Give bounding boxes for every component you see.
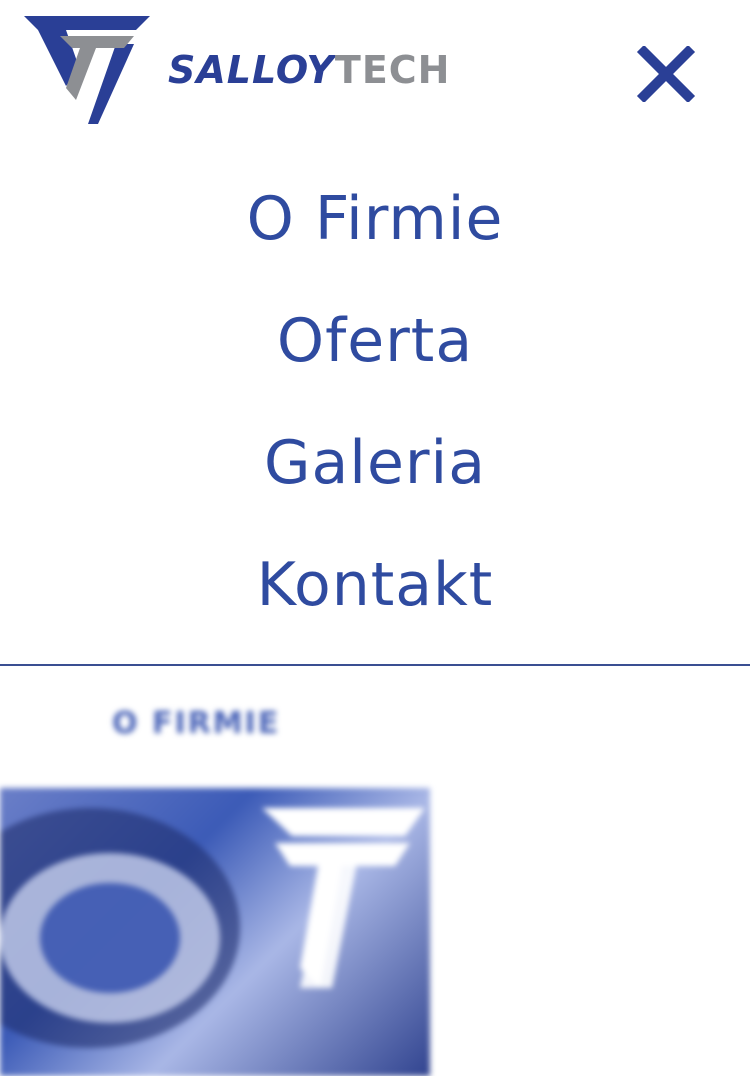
menu-divider <box>0 664 750 666</box>
nav-link-kontakt[interactable]: Kontakt <box>257 550 494 620</box>
main-nav: O Firmie Oferta Galeria Kontakt <box>0 158 750 646</box>
mobile-menu: SALLOYTECH O Firmie Oferta Galeria Konta… <box>0 0 750 664</box>
page-content: O FIRMIE <box>0 666 750 1076</box>
hero-image <box>0 788 430 1076</box>
logo-mark-icon <box>24 16 150 124</box>
site-logo[interactable]: SALLOYTECH <box>24 16 450 128</box>
logo-wordmark: SALLOYTECH <box>168 48 450 92</box>
close-menu-button[interactable] <box>636 46 696 102</box>
nav-link-galeria[interactable]: Galeria <box>264 428 486 498</box>
section-title: O FIRMIE <box>112 706 281 741</box>
nav-item-oferta: Oferta <box>0 280 750 402</box>
nav-link-oferta[interactable]: Oferta <box>277 306 473 376</box>
close-icon <box>636 46 696 102</box>
nav-link-o-firmie[interactable]: O Firmie <box>247 184 504 254</box>
nav-item-kontakt: Kontakt <box>0 524 750 646</box>
logo-word-secondary: TECH <box>334 48 451 92</box>
nav-item-o-firmie: O Firmie <box>0 158 750 280</box>
logo-word-primary: SALLOY <box>168 48 335 92</box>
hero-illustration <box>0 808 425 1048</box>
nav-item-galeria: Galeria <box>0 402 750 524</box>
